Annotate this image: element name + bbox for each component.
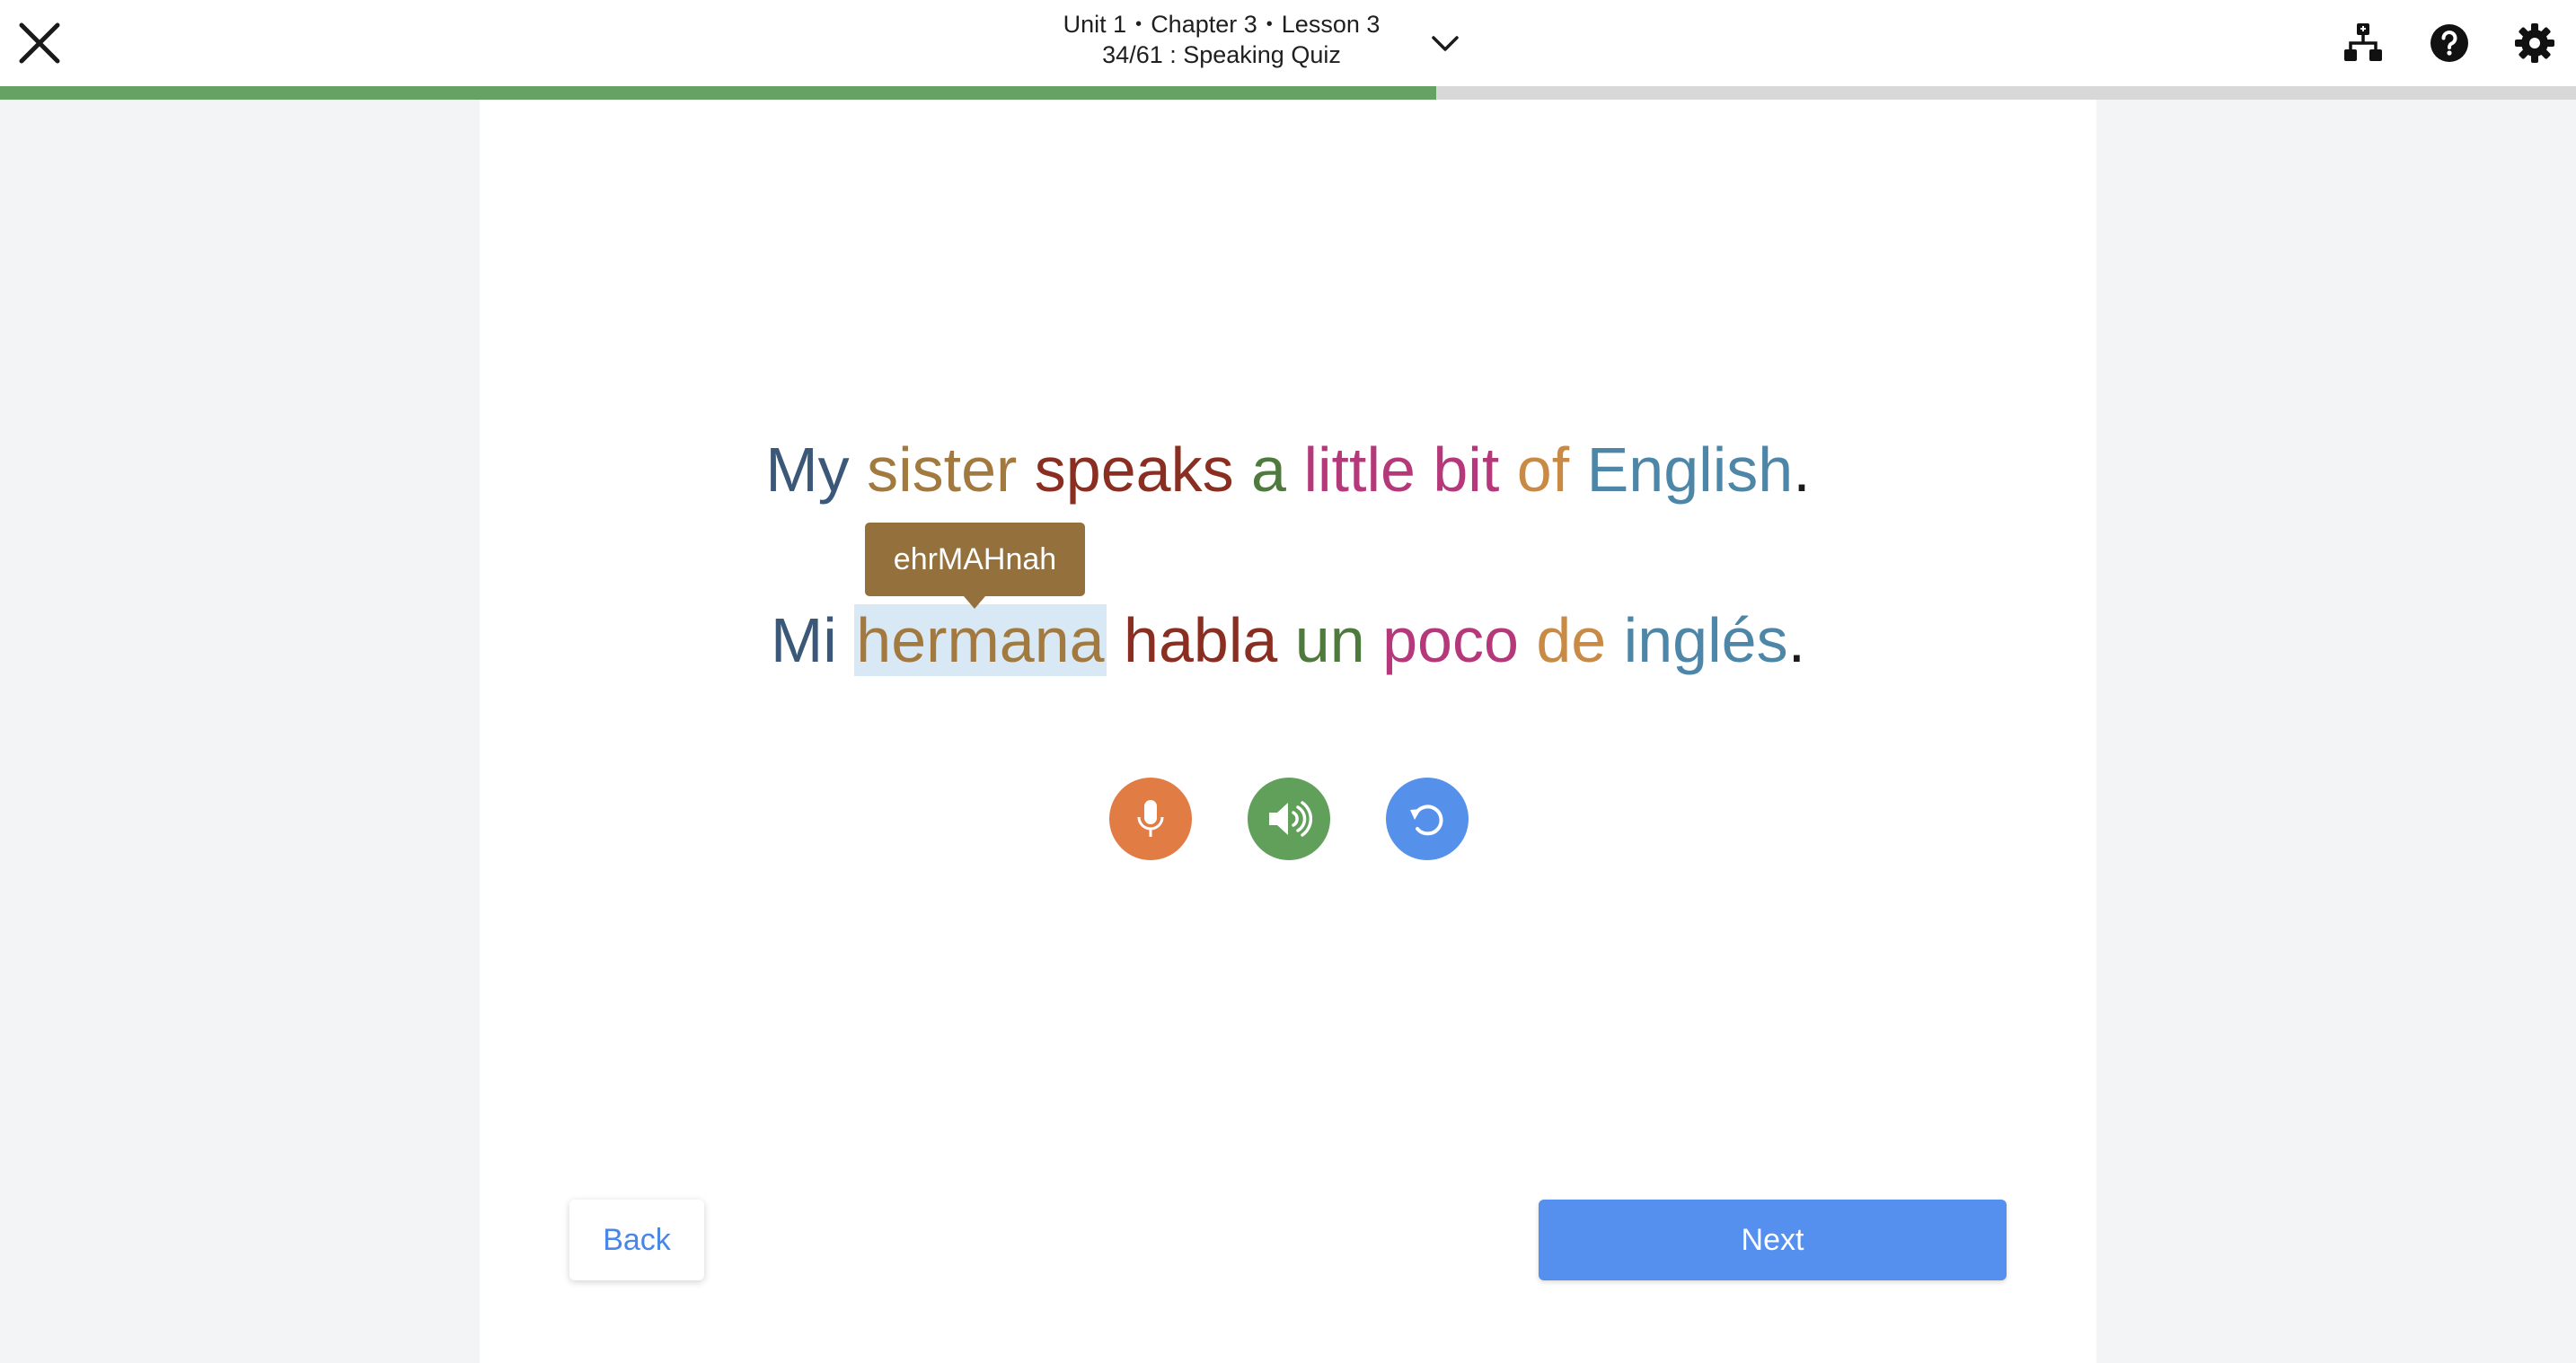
play-audio-button[interactable] <box>1248 778 1330 860</box>
record-button[interactable] <box>1109 778 1192 860</box>
english-word-6[interactable]: of <box>1517 434 1569 506</box>
chapter-label: Chapter 3 <box>1151 11 1257 38</box>
spanish-sentence: Mi hermana habla un poco de inglés. <box>480 604 2096 676</box>
spanish-word-3[interactable]: un <box>1295 604 1365 676</box>
lesson-progress-fill <box>0 86 1436 100</box>
spanish-word-6[interactable]: inglés <box>1624 604 1788 676</box>
lesson-label: Lesson 3 <box>1281 11 1381 38</box>
pronunciation-text: ehrMAHnah <box>893 542 1057 576</box>
english-word-7[interactable]: English <box>1587 434 1794 506</box>
separator-dot: • <box>1135 14 1142 34</box>
spanish-word-0[interactable]: Mi <box>771 604 837 676</box>
close-icon[interactable] <box>16 20 63 66</box>
english-word-0[interactable]: My <box>765 434 849 506</box>
lesson-dropdown-button[interactable] <box>1426 25 1464 61</box>
spanish-word-1[interactable]: hermana <box>854 604 1107 676</box>
spanish-word-5[interactable]: de <box>1536 604 1606 676</box>
replay-icon[interactable] <box>1406 797 1449 840</box>
top-bar: Unit 1 • Chapter 3 • Lesson 3 34/61 : Speaki… <box>0 0 2576 86</box>
sitemap-button[interactable] <box>2342 22 2385 65</box>
breadcrumb: Unit 1 • Chapter 3 • Lesson 3 <box>979 9 1464 40</box>
gear-icon[interactable] <box>2513 22 2556 65</box>
replay-button[interactable] <box>1386 778 1469 860</box>
help-button[interactable] <box>2428 22 2471 65</box>
help-icon[interactable] <box>2428 22 2471 65</box>
spanish-word-2[interactable]: habla <box>1124 604 1277 676</box>
next-button[interactable]: Next <box>1539 1200 2007 1280</box>
pronunciation-tooltip: ehrMAHnah <box>865 523 1085 609</box>
lesson-progress-bar <box>0 86 2576 100</box>
english-sentence: My sister speaks a little bit of English… <box>480 434 2096 506</box>
settings-button[interactable] <box>2513 22 2556 65</box>
unit-label: Unit 1 <box>1063 11 1127 38</box>
tooltip-arrow <box>964 596 985 609</box>
speaker-icon[interactable] <box>1266 799 1312 839</box>
spanish-punctuation: . <box>1787 605 1806 675</box>
back-button[interactable]: Back <box>569 1200 704 1280</box>
english-punctuation: . <box>1793 435 1811 505</box>
spanish-word-4[interactable]: poco <box>1382 604 1519 676</box>
english-word-2[interactable]: speaks <box>1035 434 1234 506</box>
lesson-title[interactable]: Unit 1 • Chapter 3 • Lesson 3 34/61 : Speaki… <box>979 9 1464 77</box>
microphone-icon[interactable] <box>1133 797 1169 840</box>
chevron-down-icon[interactable] <box>1426 25 1464 61</box>
quiz-progress-title: 34/61 : Speaking Quiz <box>1102 41 1341 68</box>
sitemap-icon[interactable] <box>2342 22 2385 65</box>
quiz-card: My sister speaks a little bit of English… <box>480 100 2096 1363</box>
english-word-4[interactable]: little <box>1303 434 1415 506</box>
english-word-3[interactable]: a <box>1251 434 1286 506</box>
separator-dot: • <box>1266 14 1273 34</box>
english-word-1[interactable]: sister <box>867 434 1017 506</box>
close-button[interactable] <box>16 20 63 66</box>
english-word-5[interactable]: bit <box>1433 434 1499 506</box>
